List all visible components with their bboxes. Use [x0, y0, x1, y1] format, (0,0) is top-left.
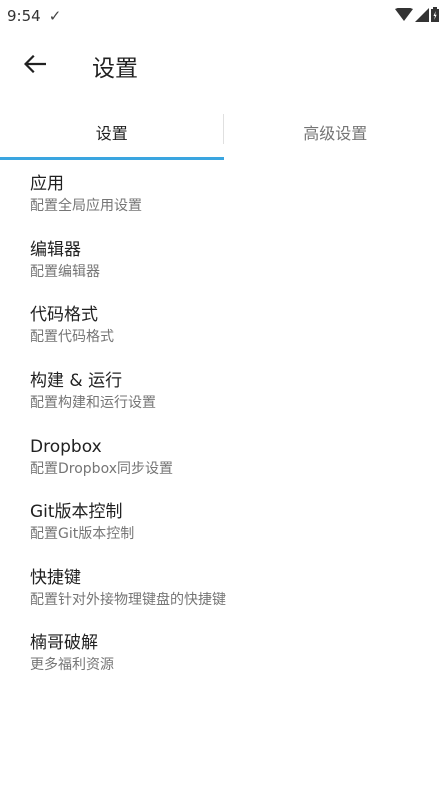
- back-button[interactable]: [12, 43, 58, 89]
- item-subtitle: 更多福利资源: [30, 657, 114, 674]
- status-right: [395, 6, 439, 26]
- page-title: 设置: [92, 56, 138, 82]
- item-subtitle: 配置全局应用设置: [30, 198, 142, 215]
- tab-advanced-settings[interactable]: 高级设置: [224, 104, 447, 160]
- item-subtitle: 配置构建和运行设置: [30, 395, 156, 412]
- list-item-code-format[interactable]: 代码格式 配置代码格式: [0, 293, 447, 359]
- settings-list: 应用 配置全局应用设置 编辑器 配置编辑器 代码格式 配置代码格式 构建 & 运…: [0, 162, 447, 687]
- item-title: 应用: [30, 174, 64, 195]
- app-bar: 设置: [0, 32, 447, 100]
- list-item-build-run[interactable]: 构建 & 运行 配置构建和运行设置: [0, 359, 447, 425]
- list-item-editor[interactable]: 编辑器 配置编辑器: [0, 228, 447, 294]
- item-title: 编辑器: [30, 239, 81, 260]
- item-subtitle: 配置代码格式: [30, 329, 114, 346]
- item-subtitle: 配置针对外接物理键盘的快捷键: [30, 591, 226, 608]
- settings-screen: 9:54 ✓ 设置 设置 高级设置 应用 配置全局应用设置 编辑器 配置编辑器 …: [0, 0, 447, 794]
- item-title: 楠哥破解: [30, 633, 98, 654]
- list-item-shortcuts[interactable]: 快捷键 配置针对外接物理键盘的快捷键: [0, 556, 447, 622]
- item-title: Dropbox: [30, 436, 102, 457]
- tab-divider: [223, 114, 224, 144]
- tab-settings[interactable]: 设置: [0, 104, 224, 160]
- item-title: 构建 & 运行: [30, 371, 123, 392]
- item-title: 快捷键: [30, 567, 81, 588]
- status-bar: 9:54 ✓: [0, 0, 447, 32]
- list-item-app[interactable]: 应用 配置全局应用设置: [0, 162, 447, 228]
- status-left: 9:54 ✓: [7, 7, 61, 25]
- list-item-more-resources[interactable]: 楠哥破解 更多福利资源: [0, 621, 447, 687]
- list-item-git[interactable]: Git版本控制 配置Git版本控制: [0, 490, 447, 556]
- wifi-icon: [395, 6, 413, 26]
- item-title: Git版本控制: [30, 502, 123, 523]
- item-subtitle: 配置Dropbox同步设置: [30, 460, 173, 477]
- item-subtitle: 配置Git版本控制: [30, 526, 135, 543]
- arrow-left-icon: [23, 54, 47, 77]
- status-time: 9:54: [7, 7, 41, 25]
- battery-icon: [431, 6, 439, 26]
- item-title: 代码格式: [30, 305, 98, 326]
- item-subtitle: 配置编辑器: [30, 263, 100, 280]
- check-icon: ✓: [48, 7, 62, 25]
- list-item-dropbox[interactable]: Dropbox 配置Dropbox同步设置: [0, 424, 447, 490]
- signal-icon: [415, 7, 429, 26]
